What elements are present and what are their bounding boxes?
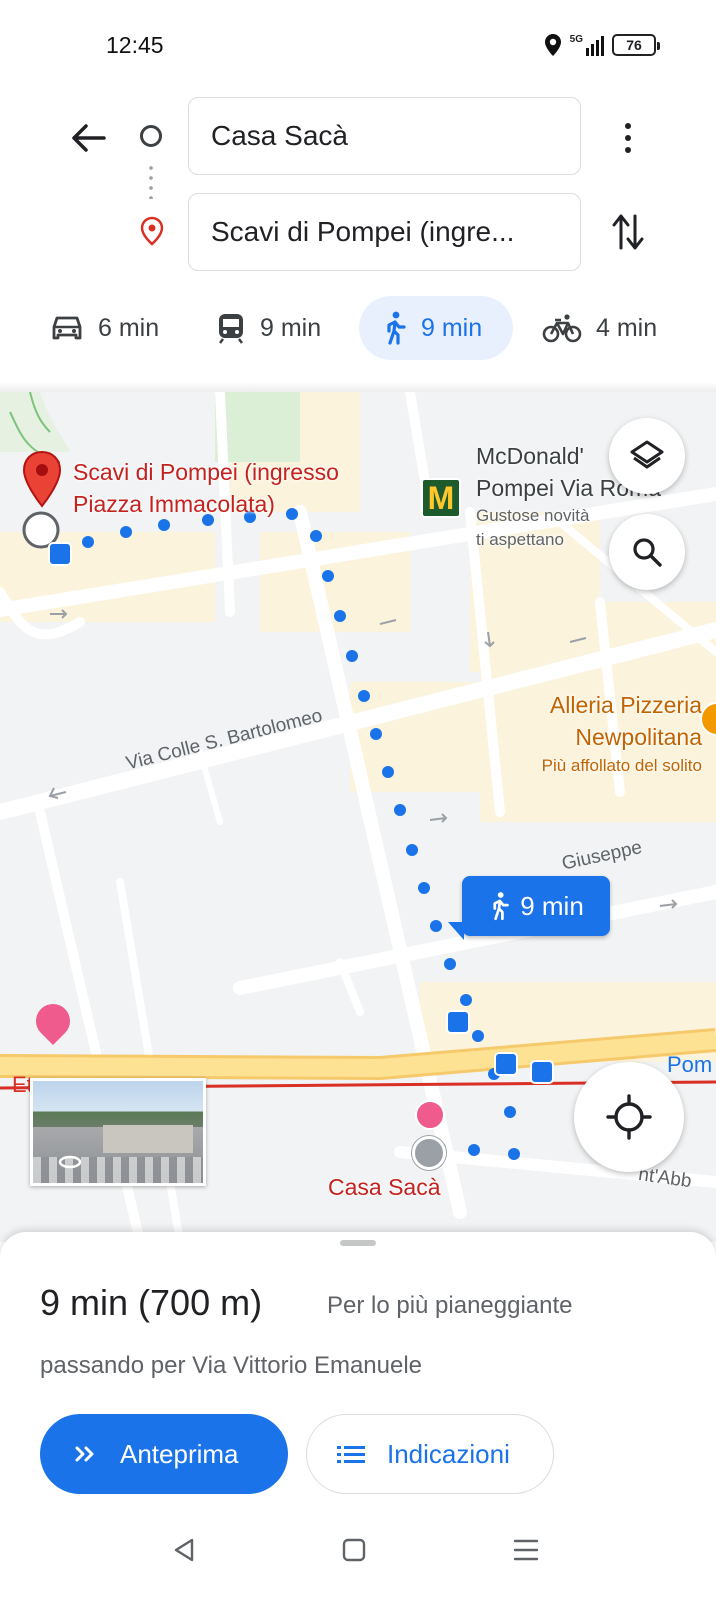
origin-dot-icon	[140, 125, 162, 147]
pizzeria-label[interactable]: Alleria Pizzeria Newpolitana Più affolla…	[542, 689, 702, 779]
pizzeria-label-line2: Newpolitana	[575, 724, 702, 750]
mcdonalds-poi-icon[interactable]: M	[421, 478, 461, 518]
street-view-rotate-icon	[58, 1155, 82, 1169]
network-type: 5G	[569, 34, 583, 45]
bus-stop-icon[interactable]	[530, 1060, 554, 1084]
layers-button[interactable]	[609, 418, 685, 494]
nav-menu-icon	[513, 1539, 539, 1561]
pizzeria-label-line1: Alleria Pizzeria	[549, 692, 702, 718]
more-options-button[interactable]	[606, 114, 650, 162]
destination-label-line2: Piazza Immacolata)	[73, 491, 275, 517]
directions-button[interactable]: Indicazioni	[306, 1414, 554, 1494]
tab-driving-label: 6 min	[98, 313, 160, 342]
origin-input[interactable]: Casa Sacà	[188, 97, 581, 175]
walk-icon	[493, 892, 510, 921]
nav-home-button[interactable]	[334, 1530, 374, 1570]
my-location-icon	[606, 1094, 652, 1140]
search-map-button[interactable]	[609, 514, 685, 590]
destination-marker-icon	[22, 450, 62, 549]
list-icon	[337, 1446, 365, 1463]
double-chevron-icon	[75, 1446, 94, 1462]
nav-back-button[interactable]	[164, 1530, 204, 1570]
map-canvas[interactable]: Scavi di Pompei (ingresso Piazza Immacol…	[0, 392, 716, 1242]
destination-label[interactable]: Scavi di Pompei (ingresso Piazza Immacol…	[73, 456, 339, 520]
tab-cycling[interactable]: 4 min	[520, 296, 679, 360]
tab-walking[interactable]: 9 min	[359, 296, 513, 360]
route-duration: 9 min (700 m)	[40, 1282, 263, 1323]
bike-icon	[542, 314, 582, 343]
preview-button[interactable]: Anteprima	[40, 1414, 288, 1494]
destination-label-line1: Scavi di Pompei (ingresso	[73, 459, 339, 485]
origin-value: Casa Sacà	[211, 120, 348, 151]
back-button[interactable]	[64, 114, 112, 162]
transit-icon	[219, 314, 243, 344]
battery-level: 76	[626, 37, 642, 53]
nav-home-icon	[342, 1538, 366, 1562]
tab-transit-label: 9 min	[260, 313, 322, 342]
system-nav-bar	[0, 1520, 716, 1600]
layers-icon	[630, 440, 664, 469]
bus-stop-icon[interactable]	[494, 1052, 518, 1076]
destination-pin-icon	[140, 216, 164, 246]
swap-button[interactable]	[606, 208, 650, 256]
back-arrow-icon	[72, 124, 106, 152]
hotel-marker-icon[interactable]	[415, 1100, 445, 1130]
route-via: passando per Via Vittorio Emanuele	[40, 1352, 423, 1379]
status-time: 12:45	[106, 32, 164, 58]
tab-cycling-label: 4 min	[596, 313, 658, 342]
route-time-badge[interactable]: 9 min	[462, 876, 610, 936]
bus-stop-icon[interactable]	[446, 1010, 470, 1034]
signal-icon: 5G	[570, 34, 604, 56]
nav-back-icon	[174, 1538, 194, 1562]
route-badge-pointer	[448, 922, 464, 940]
battery-icon: 76	[612, 34, 660, 56]
tab-transit[interactable]: 9 min	[194, 296, 343, 360]
directions-button-label: Indicazioni	[387, 1438, 510, 1469]
tab-walking-label: 9 min	[421, 313, 483, 342]
status-bar: 12:45 5G 76	[0, 0, 716, 90]
nav-menu-button[interactable]	[506, 1530, 546, 1570]
walk-icon	[387, 311, 406, 345]
destination-input[interactable]: Scavi di Pompei (ingre...	[188, 193, 581, 271]
street-view-thumbnail[interactable]	[30, 1078, 206, 1186]
map-label-pom: Pom	[667, 1052, 713, 1077]
tab-driving[interactable]: 6 min	[28, 296, 181, 360]
route-time-badge-label: 9 min	[520, 890, 584, 921]
travel-mode-tabs: 6 min 9 min 9 min 4 min	[0, 296, 716, 360]
more-vert-icon	[625, 123, 631, 153]
route-connector	[149, 163, 153, 199]
route-terrain: Per lo più pianeggiante	[327, 1292, 573, 1319]
swap-vert-icon	[612, 214, 644, 250]
pizzeria-label-line3: Più affollato del solito	[541, 756, 702, 775]
car-icon	[52, 316, 82, 340]
origin-marker-icon	[412, 1136, 446, 1170]
destination-value: Scavi di Pompei (ingre...	[211, 216, 515, 247]
my-location-button[interactable]	[574, 1062, 684, 1172]
bus-stop-icon[interactable]	[48, 542, 72, 566]
search-icon	[633, 538, 662, 567]
preview-button-label: Anteprima	[120, 1438, 239, 1469]
location-icon	[544, 34, 561, 56]
origin-label[interactable]: Casa Sacà	[328, 1174, 441, 1201]
sheet-drag-handle[interactable]	[340, 1240, 376, 1246]
status-icons: 5G 76	[544, 33, 660, 57]
